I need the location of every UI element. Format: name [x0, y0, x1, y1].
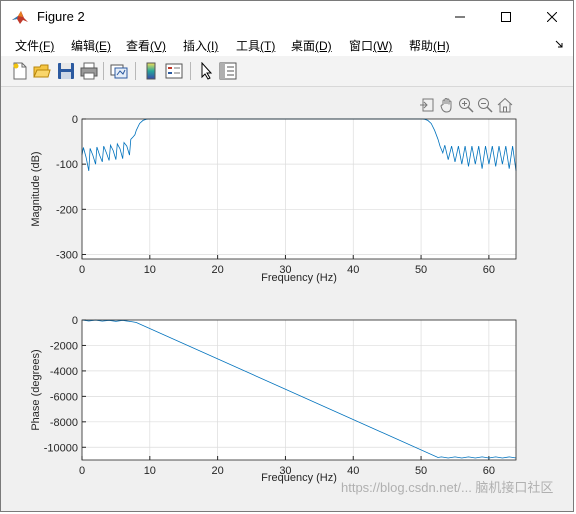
x-tick-label: 10 [144, 264, 156, 276]
y-tick-label: -4000 [50, 366, 78, 378]
y-tick-label: 0 [72, 114, 78, 126]
matlab-logo-icon [12, 11, 28, 24]
close-button[interactable] [529, 1, 575, 32]
legend-icon[interactable] [165, 62, 183, 80]
maximize-button[interactable] [483, 1, 529, 32]
y-tick-label: -10000 [44, 442, 78, 454]
menu-edit[interactable]: 编辑(E) [71, 37, 111, 54]
new-figure-icon[interactable] [11, 62, 29, 80]
x-axis-label: Frequency (Hz) [261, 272, 337, 284]
x-tick-label: 60 [483, 264, 495, 276]
property-inspector-icon[interactable] [219, 62, 237, 80]
edit-plot-pointer-icon[interactable] [197, 62, 215, 80]
window-title: Figure 2 [37, 9, 85, 24]
figure-window: Figure 2 文件(F) 编辑(E) 查看(V) 插入(I) 工具(T) 桌… [0, 0, 574, 512]
x-tick-label: 40 [347, 465, 359, 477]
y-tick-label: -100 [56, 159, 78, 171]
y-ticks: 0 -100 -200 -300 [56, 114, 86, 261]
y-ticks: 0 -2000 -4000 -6000 -8000 -10000 [44, 315, 86, 454]
y-axis-label: Phase (degrees) [30, 349, 42, 430]
minimize-icon [455, 16, 465, 17]
menu-tools[interactable]: 工具(T) [236, 37, 275, 54]
toolbar-separator [190, 62, 191, 80]
y-tick-label: -8000 [50, 417, 78, 429]
y-tick-label: -200 [56, 204, 78, 216]
x-tick-label: 0 [79, 264, 85, 276]
x-tick-label: 50 [415, 264, 427, 276]
watermark: https://blog.csdn.net/... 脑机接口社区 [341, 480, 554, 495]
menu-view[interactable]: 查看(V) [126, 37, 166, 54]
save-icon[interactable] [57, 62, 75, 80]
minimize-button[interactable] [437, 1, 483, 32]
toolbar-separator [135, 62, 136, 80]
menu-insert[interactable]: 插入(I) [183, 37, 218, 54]
title-bar[interactable]: Figure 2 [1, 1, 573, 32]
menu-help[interactable]: 帮助(H) [409, 37, 450, 54]
x-tick-label: 10 [144, 465, 156, 477]
menu-file[interactable]: 文件(F) [15, 37, 54, 54]
x-tick-label: 60 [483, 465, 495, 477]
menu-desktop[interactable]: 桌面(D) [291, 37, 332, 54]
plot-area [82, 119, 516, 259]
y-tick-label: -300 [56, 249, 78, 261]
magnitude-plot[interactable]: 0 10 20 30 40 50 60 0-100-200-300 Frequency (H… [9, 107, 567, 307]
maximize-icon [501, 11, 511, 22]
link-plot-icon[interactable] [110, 62, 128, 80]
y-tick-label: -2000 [50, 340, 78, 352]
open-file-icon[interactable] [33, 62, 51, 80]
y-tick-label: -6000 [50, 391, 78, 403]
y-axis-label: Magnitude (dB) [30, 151, 42, 226]
figure-canvas: 0 10 20 30 40 50 60 0 -100 -200 -300 Frequency (H… [9, 87, 567, 507]
colorbar-icon[interactable] [142, 62, 160, 80]
menu-window[interactable]: 窗口(W) [349, 37, 392, 54]
x-tick-label: 20 [212, 465, 224, 477]
x-axis-label: Frequency (Hz) [261, 472, 337, 484]
x-tick-label: 50 [415, 465, 427, 477]
x-tick-label: 40 [347, 264, 359, 276]
figure-toolbar [1, 56, 573, 87]
y-tick-label: 0 [72, 315, 78, 327]
print-icon[interactable] [80, 62, 98, 80]
x-tick-label: 0 [79, 465, 85, 477]
plot-area [82, 320, 516, 460]
menu-collapse-icon[interactable] [555, 40, 563, 48]
x-tick-label: 20 [212, 264, 224, 276]
toolbar-separator [103, 62, 104, 80]
menu-bar: 文件(F) 编辑(E) 查看(V) 插入(I) 工具(T) 桌面(D) 窗口(W… [1, 32, 573, 56]
close-icon [547, 11, 557, 22]
